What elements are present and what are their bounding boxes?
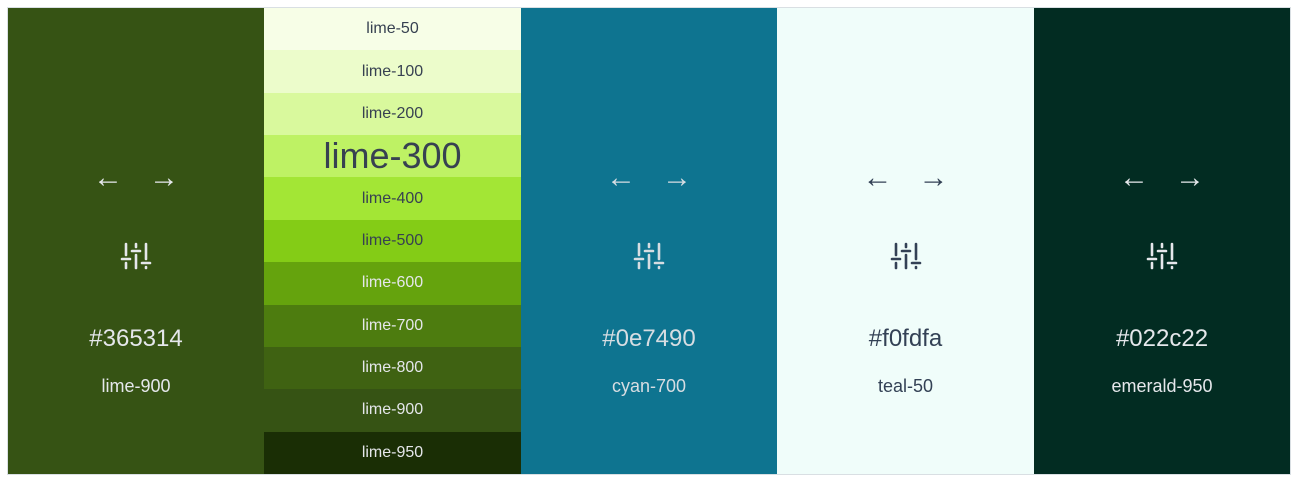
- adjust-shade-button[interactable]: [8, 241, 264, 271]
- sliders-icon: [890, 242, 921, 270]
- move-left-arrow-icon[interactable]: ←: [863, 160, 893, 196]
- palette-frame: ← → #365314 lime-900 lime-50 lime-100 lime…: [7, 7, 1291, 475]
- shade-option[interactable]: lime-300: [264, 135, 521, 178]
- shade-option[interactable]: lime-200: [264, 92, 521, 136]
- color-name: cyan-700: [611, 376, 687, 396]
- adjust-shade-button[interactable]: [1034, 241, 1290, 271]
- sliders-icon: [633, 242, 665, 270]
- adjust-shade-button[interactable]: [521, 241, 777, 271]
- move-right-arrow-icon[interactable]: →: [149, 160, 179, 196]
- move-right-arrow-icon[interactable]: →: [919, 160, 949, 196]
- move-left-arrow-icon[interactable]: ←: [606, 160, 636, 196]
- swatch-column-4: ← → #f0fdfa teal-50: [777, 8, 1034, 474]
- swatch-column-3: ← → #0e7490 cyan-700: [521, 8, 777, 474]
- move-left-arrow-icon[interactable]: ←: [93, 160, 123, 196]
- shade-list: lime-50 lime-100 lime-200 lime-300 lime-400 l…: [264, 8, 521, 474]
- shade-option[interactable]: lime-950: [264, 431, 521, 474]
- color-name: emerald-950: [1111, 376, 1213, 396]
- shade-option[interactable]: lime-900: [264, 389, 521, 432]
- move-right-arrow-icon[interactable]: →: [1175, 160, 1205, 196]
- shade-option[interactable]: lime-700: [264, 304, 521, 347]
- shade-option[interactable]: lime-400: [264, 177, 521, 220]
- color-name: teal-50: [877, 376, 934, 396]
- move-right-arrow-icon[interactable]: →: [662, 160, 692, 196]
- move-arrows: ← →: [777, 160, 1034, 196]
- move-arrows: ← →: [1034, 160, 1290, 196]
- swatch-column-1: ← → #365314 lime-900: [8, 8, 264, 474]
- move-left-arrow-icon[interactable]: ←: [1119, 160, 1149, 196]
- move-arrows: ← →: [8, 160, 264, 196]
- shade-option[interactable]: lime-50: [264, 8, 521, 51]
- shade-picker-column: lime-50 lime-100 lime-200 lime-300 lime-400 l…: [264, 8, 521, 474]
- shade-option[interactable]: lime-500: [264, 219, 521, 263]
- shade-option[interactable]: lime-600: [264, 262, 521, 305]
- color-name: lime-900: [101, 376, 171, 396]
- shade-option[interactable]: lime-800: [264, 346, 521, 390]
- sliders-icon: [1146, 242, 1178, 270]
- adjust-shade-button[interactable]: [777, 241, 1034, 271]
- color-hex-value[interactable]: #f0fdfa: [777, 324, 1034, 354]
- color-hex-value[interactable]: #022c22: [1034, 324, 1290, 354]
- shade-option[interactable]: lime-100: [264, 50, 521, 93]
- sliders-icon: [120, 242, 152, 270]
- color-hex-value[interactable]: #365314: [8, 324, 264, 354]
- move-arrows: ← →: [521, 160, 777, 196]
- color-hex-value[interactable]: #0e7490: [521, 324, 777, 354]
- swatch-column-5: ← → #022c22 emerald-950: [1034, 8, 1290, 474]
